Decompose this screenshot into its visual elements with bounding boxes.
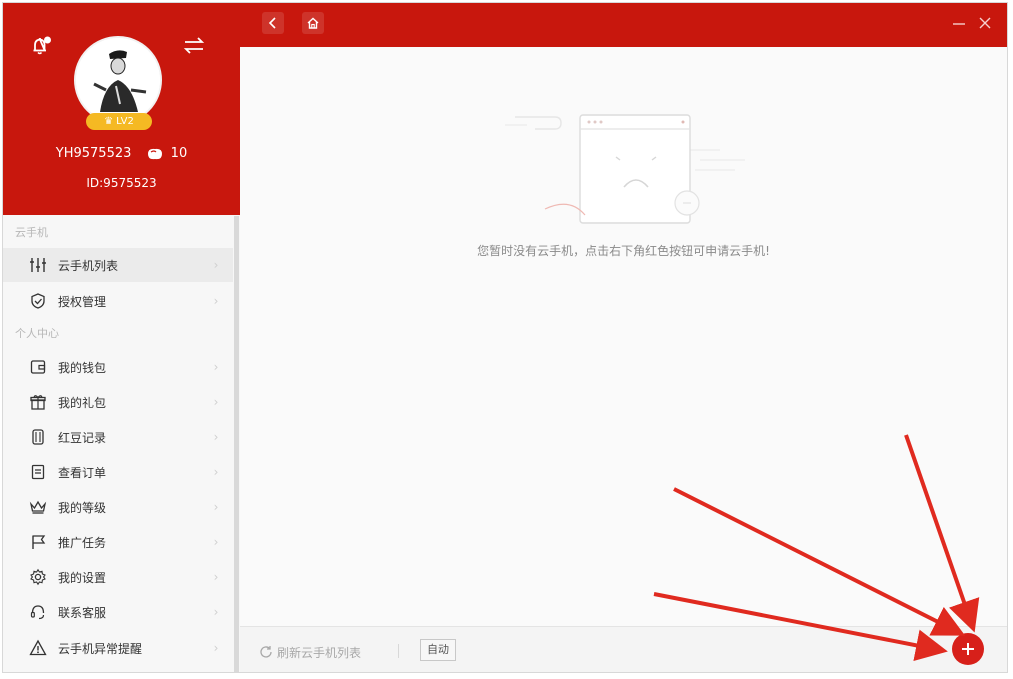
- sidebar: ♛ LV2 YH9575523 10 ID:9575523 云手机 云手机列表 ›: [3, 3, 240, 672]
- nav-label: 我的等级: [58, 500, 107, 515]
- nav-label: 查看订单: [58, 465, 107, 480]
- nav-label: 我的钱包: [58, 360, 107, 375]
- refresh-label: 刷新云手机列表: [277, 645, 362, 660]
- nav-label: 推广任务: [58, 535, 107, 550]
- nav-authorization[interactable]: 授权管理 ›: [3, 284, 233, 318]
- nav-label: 授权管理: [58, 294, 107, 309]
- nav-label: 联系客服: [58, 605, 107, 620]
- bean-record-icon: [29, 428, 47, 446]
- nav-label: 云手机异常提醒: [58, 641, 143, 656]
- bean-count: 10: [170, 146, 188, 161]
- nav-label: 我的礼包: [58, 395, 107, 410]
- home-icon: [307, 17, 319, 29]
- wallet-icon: [29, 358, 47, 376]
- chevron-right-icon: ›: [213, 395, 219, 409]
- title-bar: [240, 3, 1007, 47]
- nav-label: 红豆记录: [58, 430, 107, 445]
- avatar[interactable]: [74, 36, 162, 124]
- chevron-right-icon: ›: [213, 641, 219, 655]
- bottom-bar: 刷新云手机列表 自动: [240, 626, 1007, 672]
- nav-gift[interactable]: 我的礼包 ›: [3, 385, 233, 419]
- app-window: ♛ LV2 YH9575523 10 ID:9575523 云手机 云手机列表 ›: [2, 2, 1008, 673]
- nav-customer-service[interactable]: 联系客服 ›: [3, 595, 233, 629]
- user-id: ID:9575523: [86, 176, 157, 190]
- gear-icon: [29, 568, 47, 586]
- main-content: 您暂时没有云手机，点击右下角红色按钮可申请云手机!: [240, 47, 1007, 626]
- sliders-icon: [29, 256, 47, 274]
- divider: [398, 644, 399, 658]
- plus-icon: [962, 643, 974, 655]
- chevron-right-icon: ›: [213, 430, 219, 444]
- username: YH9575523: [55, 146, 132, 161]
- order-icon: [29, 463, 47, 481]
- flag-icon: [29, 533, 47, 551]
- level-badge: ♛ LV2: [86, 113, 152, 130]
- chevron-left-icon: [268, 17, 276, 29]
- bell-icon[interactable]: [30, 35, 52, 57]
- nav-bean-record[interactable]: 红豆记录 ›: [3, 420, 233, 454]
- minimize-button[interactable]: [950, 14, 968, 32]
- user-info: YH9575523 10: [3, 143, 240, 165]
- empty-state-illustration: [505, 114, 745, 224]
- chevron-right-icon: ›: [213, 570, 219, 584]
- gift-icon: [29, 393, 47, 411]
- section-label-personal: 个人中心: [15, 327, 59, 340]
- nav-abnormal-alert[interactable]: 云手机异常提醒 ›: [3, 631, 233, 665]
- nav-cloud-phone-list[interactable]: 云手机列表 ›: [3, 248, 233, 282]
- empty-state-message: 您暂时没有云手机，点击右下角红色按钮可申请云手机!: [477, 244, 770, 258]
- chevron-right-icon: ›: [213, 500, 219, 514]
- nav-label: 我的设置: [58, 570, 107, 585]
- chevron-right-icon: ›: [213, 605, 219, 619]
- refresh-button[interactable]: 刷新云手机列表: [258, 643, 361, 661]
- back-button[interactable]: [262, 12, 284, 34]
- warning-icon: [29, 639, 47, 657]
- chevron-right-icon: ›: [213, 360, 219, 374]
- nav-settings[interactable]: 我的设置 ›: [3, 560, 233, 594]
- close-icon: [979, 17, 991, 29]
- sidebar-scrollbar[interactable]: [234, 216, 239, 672]
- chevron-right-icon: ›: [213, 258, 219, 272]
- bean-icon: [146, 147, 164, 161]
- switch-account-icon[interactable]: [181, 35, 207, 57]
- nav-label: 云手机列表: [58, 258, 119, 273]
- crown-icon: ♛: [104, 116, 114, 127]
- chevron-right-icon: ›: [213, 465, 219, 479]
- section-label-cloud: 云手机: [15, 226, 48, 239]
- refresh-icon: [260, 646, 272, 658]
- nav-promotion[interactable]: 推广任务 ›: [3, 525, 233, 559]
- close-button[interactable]: [976, 14, 994, 32]
- shield-check-icon: [29, 292, 47, 310]
- profile-panel: ♛ LV2 YH9575523 10 ID:9575523: [3, 3, 240, 215]
- crown-icon: [29, 498, 47, 516]
- minimize-icon: [953, 23, 965, 25]
- nav-level[interactable]: 我的等级 ›: [3, 490, 233, 524]
- nav-orders[interactable]: 查看订单 ›: [3, 455, 233, 489]
- headset-icon: [29, 603, 47, 621]
- auto-button[interactable]: 自动: [420, 639, 456, 661]
- add-cloud-phone-button[interactable]: [952, 633, 984, 665]
- home-button[interactable]: [302, 12, 324, 34]
- nav-wallet[interactable]: 我的钱包 ›: [3, 350, 233, 384]
- chevron-right-icon: ›: [213, 535, 219, 549]
- chevron-right-icon: ›: [213, 294, 219, 308]
